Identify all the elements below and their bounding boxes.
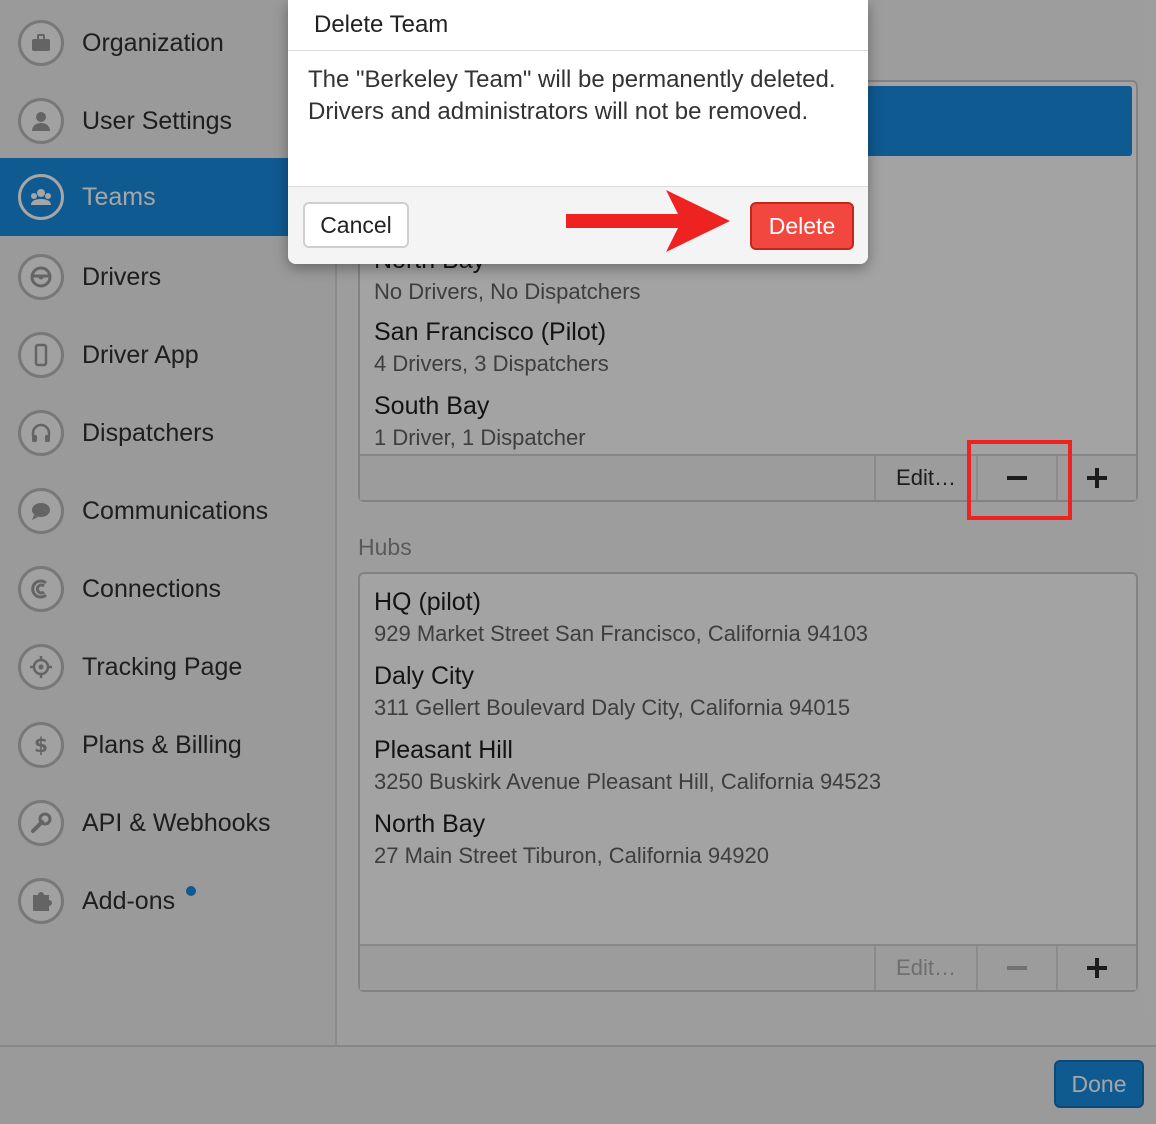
- annotation-highlight-box: [967, 440, 1072, 520]
- annotation-arrow-icon: [566, 190, 730, 252]
- modal-title: Delete Team: [314, 11, 449, 38]
- divider: [288, 50, 868, 51]
- modal-message: The "Berkeley Team" will be permanently …: [308, 66, 836, 125]
- delete-button[interactable]: Delete: [750, 202, 854, 250]
- cancel-button[interactable]: Cancel: [303, 202, 409, 248]
